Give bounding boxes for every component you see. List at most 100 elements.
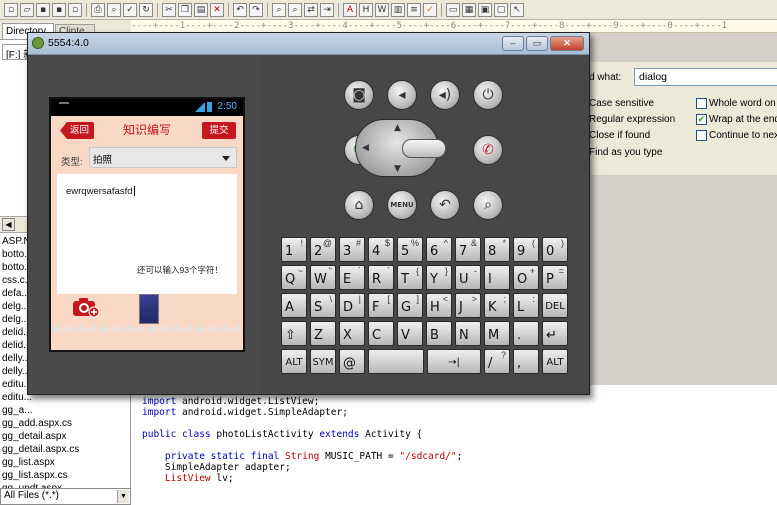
file-list-item[interactable]: gg_list.aspx <box>2 456 128 469</box>
key-g[interactable]: G] <box>397 293 423 318</box>
wordwrap-icon[interactable]: W <box>375 2 389 17</box>
file-list-item[interactable]: gg_a... <box>2 404 128 417</box>
dpad-up-icon[interactable]: ▲ <box>394 123 401 133</box>
key-symbol[interactable]: →| <box>427 349 481 374</box>
tile-icon[interactable]: ▦ <box>462 2 476 17</box>
key-a[interactable]: A <box>281 293 307 318</box>
print-preview-icon[interactable]: ⌕ <box>107 2 121 17</box>
key-symbol[interactable]: , <box>513 349 539 374</box>
key-h[interactable]: H < <box>426 293 452 318</box>
key-w[interactable]: W " <box>310 265 336 290</box>
key-e[interactable]: E ´ <box>339 265 365 290</box>
key-sym[interactable]: SYM <box>310 349 336 374</box>
key-0[interactable]: 0) <box>542 237 568 262</box>
key-del[interactable]: DEL <box>542 293 568 318</box>
key-2[interactable]: 2 @ <box>310 237 336 262</box>
wrap-checkbox[interactable]: ✔ <box>696 114 707 125</box>
save-icon[interactable]: ▪ <box>36 2 50 17</box>
spellcheck-icon[interactable]: ✓ <box>123 2 137 17</box>
find-as-you-type-option[interactable]: Find as you type <box>589 147 662 158</box>
cut-icon[interactable]: ✂ <box>162 2 176 17</box>
emulator-titlebar[interactable]: 5554:4.0 – ▭ ✕ <box>28 33 589 55</box>
continue-checkbox[interactable] <box>696 130 707 141</box>
font-icon[interactable]: A <box>343 2 357 17</box>
find-next-icon[interactable]: ⌕ <box>288 2 302 17</box>
end-call-icon[interactable]: ✆ <box>473 135 503 165</box>
goto-icon[interactable]: ⇥ <box>320 2 334 17</box>
list-icon[interactable]: ≡ <box>407 2 421 17</box>
key-f[interactable]: F[ <box>368 293 394 318</box>
add-photo-icon[interactable] <box>72 296 100 318</box>
file-list-item[interactable]: gg_list.aspx.cs <box>2 469 128 482</box>
key-t[interactable]: T{ <box>397 265 423 290</box>
key-x[interactable]: X <box>339 321 365 346</box>
key-symbol[interactable]: ⇧ <box>281 321 307 346</box>
fullscreen-icon[interactable]: ▢ <box>494 2 508 17</box>
column-mode-icon[interactable]: ▥ <box>391 2 405 17</box>
key-l[interactable]: L: <box>513 293 539 318</box>
file-list-item[interactable]: gg_detail.aspx.cs <box>2 443 128 456</box>
scroll-left-icon[interactable]: ◀ <box>2 218 15 231</box>
key-k[interactable]: K; <box>484 293 510 318</box>
key-1[interactable]: 1! <box>281 237 307 262</box>
key-r[interactable]: R ` <box>368 265 394 290</box>
key-m[interactable]: M <box>484 321 510 346</box>
volume-down-icon[interactable]: ◂ <box>387 80 417 110</box>
volume-up-icon[interactable]: ◂) <box>430 80 460 110</box>
key-3[interactable]: 3 # <box>339 237 365 262</box>
whole-word-checkbox[interactable] <box>696 98 707 109</box>
key-y[interactable]: Y} <box>426 265 452 290</box>
key-c[interactable]: C <box>368 321 394 346</box>
key-j[interactable]: J > <box>455 293 481 318</box>
key-d[interactable]: D | <box>339 293 365 318</box>
key-symbol[interactable]: . <box>513 321 539 346</box>
open-file-icon[interactable]: ▱ <box>20 2 34 17</box>
copy-icon[interactable]: ❐ <box>178 2 192 17</box>
hex-icon[interactable]: H <box>359 2 373 17</box>
photo-thumbnail[interactable] <box>139 294 159 324</box>
camera-icon[interactable]: ◙ <box>344 80 374 110</box>
dpad-center-button[interactable] <box>402 139 446 158</box>
key-b[interactable]: B <box>426 321 452 346</box>
submit-button[interactable]: 提交 <box>202 122 236 139</box>
key-z[interactable]: Z <box>310 321 336 346</box>
replace-icon[interactable]: ⇄ <box>304 2 318 17</box>
key-q[interactable]: Q ~ <box>281 265 307 290</box>
search-icon[interactable]: ⌕ <box>473 190 503 220</box>
redo-icon[interactable]: ↷ <box>249 2 263 17</box>
key-o[interactable]: O + <box>513 265 539 290</box>
home-icon[interactable]: ⌂ <box>344 190 374 220</box>
undo-icon[interactable]: ↶ <box>233 2 247 17</box>
window-icon[interactable]: ▭ <box>446 2 460 17</box>
dpad-down-icon[interactable]: ▼ <box>394 164 401 174</box>
check-icon[interactable]: ✓ <box>423 2 437 17</box>
back-icon[interactable]: ↶ <box>430 190 460 220</box>
key-symbol[interactable]: ↵ <box>542 321 568 346</box>
key-alt[interactable]: ALT <box>542 349 568 374</box>
key-n[interactable]: N <box>455 321 481 346</box>
find-what-input[interactable]: dialog <box>634 68 777 86</box>
minimize-button[interactable]: – <box>502 36 524 51</box>
file-list-item[interactable]: gg_add.aspx.cs <box>2 417 128 430</box>
code-editor[interactable]: import android.widget.ListView; import an… <box>131 385 777 505</box>
key-8[interactable]: 8 * <box>484 237 510 262</box>
file-list-item[interactable]: gg_detail.aspx <box>2 430 128 443</box>
key-9[interactable]: 9( <box>513 237 539 262</box>
dpad-left-icon[interactable]: ◀ <box>362 143 369 153</box>
key-7[interactable]: 7 & <box>455 237 481 262</box>
power-icon[interactable]: ⏻ <box>473 80 503 110</box>
maximize-button[interactable]: ▭ <box>526 36 548 51</box>
delete-icon[interactable]: ✕ <box>210 2 224 17</box>
chevron-down-icon[interactable]: ▼ <box>117 490 129 503</box>
key-4[interactable]: 4 $ <box>368 237 394 262</box>
cascade-icon[interactable]: ▣ <box>478 2 492 17</box>
key-s[interactable]: S \ <box>310 293 336 318</box>
close-file-icon[interactable]: ▫ <box>68 2 82 17</box>
back-button[interactable]: 返回 <box>60 122 94 139</box>
key-symbol[interactable]: @ <box>339 349 365 374</box>
find-icon[interactable]: ⌕ <box>272 2 286 17</box>
close-button[interactable]: ✕ <box>550 36 584 51</box>
new-file-icon[interactable]: ▫ <box>4 2 18 17</box>
pointer-icon[interactable]: ↖ <box>510 2 524 17</box>
type-select[interactable]: 拍照 <box>89 147 237 168</box>
